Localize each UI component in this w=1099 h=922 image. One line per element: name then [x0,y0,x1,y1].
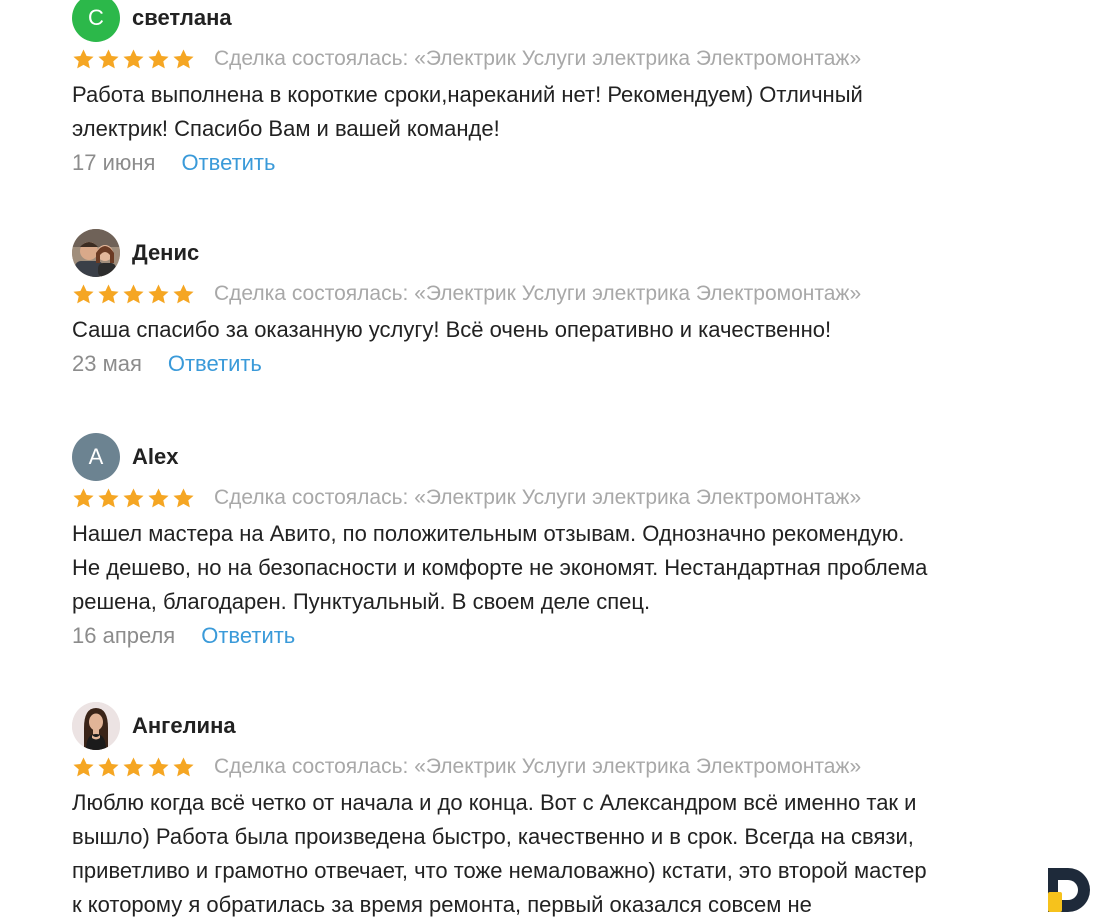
star-icon [98,756,119,776]
review-text: Саша спасибо за оказанную услугу! Всё оч… [72,317,832,342]
avatar[interactable]: A [72,433,120,481]
photo-avatar-icon[interactable] [72,229,120,277]
star-icon [73,48,94,68]
reviewer-name[interactable]: Денис [132,240,199,266]
review-card: С светлана Сделка состоялась: «Электрик … [72,0,1032,180]
star-icon [73,283,94,303]
star-icon [123,48,144,68]
avatar-letter: A [88,444,104,469]
review-card: Ангелина Сделка состоялась: «Электрик Ус… [72,702,1032,922]
review-meta: Сделка состоялась: «Электрик Услуги элек… [72,752,1032,782]
deal-info: Сделка состоялась: «Электрик Услуги элек… [214,755,862,778]
review-text: Нашел мастера на Авито, по положительным… [72,521,928,614]
star-icon [173,48,194,68]
review-date: 16 апреля [72,623,176,648]
review-meta: Сделка состоялась: «Электрик Услуги элек… [72,483,1032,513]
review-card: Денис Сделка состоялась: «Электрик Услуг… [72,229,1032,381]
review-footer: 23 мая Ответить [72,347,1032,381]
star-rating [72,48,195,71]
reply-link[interactable]: Ответить [201,623,295,649]
star-icon [148,487,169,507]
star-icon [148,48,169,68]
star-icon [173,487,194,507]
review-date: 17 июня [72,150,156,175]
star-icon [148,283,169,303]
review-footer: 16 апреля Ответить [72,619,1032,653]
star-icon [98,283,119,303]
star-icon [173,283,194,303]
star-icon [148,756,169,776]
review-text: Работа выполнена в короткие сроки,нарека… [72,82,863,141]
star-rating [72,756,195,779]
avatar-letter: С [88,5,104,30]
photo-avatar-icon[interactable] [72,702,120,750]
deal-info: Сделка состоялась: «Электрик Услуги элек… [214,47,862,70]
review-header: Ангелина [72,702,1032,750]
avatar[interactable]: С [72,0,120,42]
star-icon [123,756,144,776]
review-meta: Сделка состоялась: «Электрик Услуги элек… [72,279,1032,309]
star-icon [98,487,119,507]
review-card: A Alex Сделка состоялась: «Электрик Услу… [72,433,1032,653]
reply-link[interactable]: Ответить [168,351,262,377]
reviewer-name[interactable]: светлана [132,5,232,31]
review-date: 23 мая [72,351,142,376]
star-rating [72,487,195,510]
star-icon [123,283,144,303]
reviewer-name[interactable]: Ангелина [132,713,236,739]
review-header: A Alex [72,433,1032,481]
star-icon [98,48,119,68]
review-footer: 17 июня Ответить [72,146,1032,180]
brand-logo-icon[interactable] [1044,862,1094,916]
reviewer-name[interactable]: Alex [132,444,178,470]
review-header: С светлана [72,0,1032,42]
deal-info: Сделка состоялась: «Электрик Услуги элек… [214,282,862,305]
star-icon [123,487,144,507]
review-text: Люблю когда всё четко от начала и до кон… [72,790,927,917]
star-rating [72,283,195,306]
star-icon [73,487,94,507]
review-header: Денис [72,229,1032,277]
deal-info: Сделка состоялась: «Электрик Услуги элек… [214,486,862,509]
reply-link[interactable]: Ответить [181,150,275,176]
review-meta: Сделка состоялась: «Электрик Услуги элек… [72,44,1032,74]
star-icon [73,756,94,776]
star-icon [173,756,194,776]
